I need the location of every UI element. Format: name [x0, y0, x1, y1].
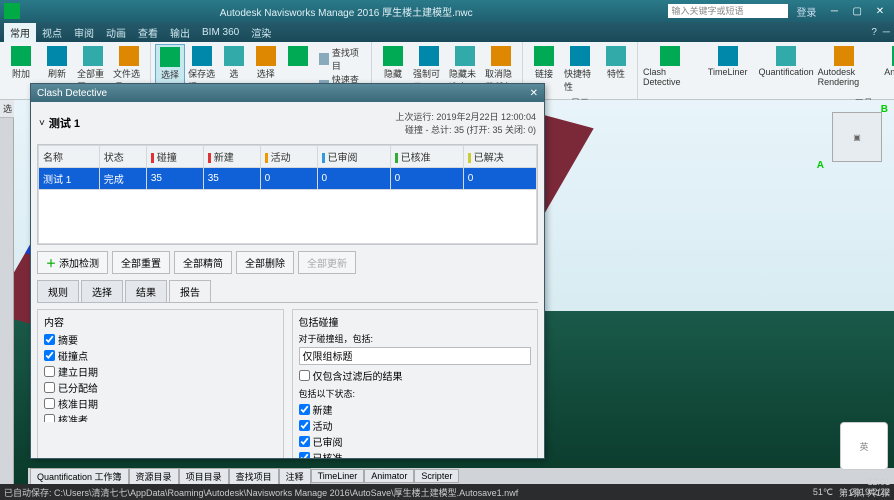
menu-BIM 360[interactable]: BIM 360: [196, 25, 245, 40]
table-row[interactable]: 测试 1完成35350000: [39, 168, 537, 190]
status-temp: 51℃: [813, 487, 833, 498]
tests-table[interactable]: 名称状态碰撞新建活动已审阅已核准已解决 测试 1完成35350000: [37, 144, 538, 245]
chk-已分配给[interactable]: [44, 382, 55, 393]
col-已审阅[interactable]: 已审阅: [317, 146, 390, 168]
col-状态[interactable]: 状态: [99, 146, 146, 168]
btab-Scripter[interactable]: Scripter: [414, 469, 459, 483]
ribbon-Quantification[interactable]: Quantification: [758, 44, 815, 95]
chk-新建[interactable]: [299, 404, 310, 415]
chk-核准者[interactable]: [44, 414, 55, 422]
ribbon-Animator[interactable]: Animator: [874, 44, 894, 95]
window-title: Autodesk Navisworks Manage 2016 厚生楼土建模型.…: [24, 4, 668, 19]
status-path: 已自动保存: C:\Users\清清七七\AppData\Roaming\Aut…: [4, 486, 813, 499]
help-icon[interactable]: ?: [871, 27, 877, 38]
btab-TimeLiner[interactable]: TimeLiner: [311, 469, 365, 483]
col-新建[interactable]: 新建: [203, 146, 260, 168]
clash-detective-panel: Clash Detective ✕ ˅ 测试 1 上次运行: 2019年2月22…: [30, 83, 545, 459]
system-clock: 12:01 2019/2/22: [850, 478, 890, 498]
panel-tab-报告[interactable]: 报告: [169, 280, 211, 302]
ribbon-特性[interactable]: 特性: [599, 44, 633, 95]
include-select[interactable]: 仅限组标题: [299, 347, 532, 365]
chk-已审阅[interactable]: [299, 436, 310, 447]
ribbon-快捷特性[interactable]: 快捷特性: [563, 44, 597, 95]
ribbon-Autodesk Rendering[interactable]: Autodesk Rendering: [817, 44, 873, 95]
reset-all-button[interactable]: 全部重置: [112, 251, 170, 274]
menu-视点[interactable]: 视点: [36, 23, 68, 42]
filter-only-checkbox[interactable]: [299, 370, 310, 381]
viewcube[interactable]: ▣: [832, 112, 882, 162]
update-all-button[interactable]: 全部更新: [298, 251, 356, 274]
chk-核准日期[interactable]: [44, 398, 55, 409]
chk-已核准[interactable]: [299, 452, 310, 458]
panel-tab-结果[interactable]: 结果: [125, 280, 167, 302]
menu-渲染[interactable]: 渲染: [245, 23, 277, 42]
chk-建立日期[interactable]: [44, 366, 55, 377]
menu-输出[interactable]: 输出: [164, 23, 196, 42]
col-已解决[interactable]: 已解决: [463, 146, 536, 168]
maximize-button[interactable]: ▢: [847, 6, 867, 17]
chk-碰撞点[interactable]: [44, 350, 55, 361]
axis-label-a: A: [817, 160, 824, 171]
delete-all-button[interactable]: 全部删除: [236, 251, 294, 274]
col-名称[interactable]: 名称: [39, 146, 100, 168]
col-碰撞[interactable]: 碰撞: [146, 146, 203, 168]
panel-tab-规则[interactable]: 规则: [37, 280, 79, 302]
chk-摘要[interactable]: [44, 334, 55, 345]
panel-tab-选择[interactable]: 选择: [81, 280, 123, 302]
btab-Animator[interactable]: Animator: [364, 469, 414, 483]
btab-注释[interactable]: 注释: [279, 468, 311, 485]
menu-审阅[interactable]: 审阅: [68, 23, 100, 42]
app-icon: [4, 3, 20, 19]
menu-常用[interactable]: 常用: [4, 23, 36, 42]
test-name: 测试 1: [49, 115, 80, 131]
btab-项目目录[interactable]: 项目目录: [179, 468, 229, 485]
panel-close-icon[interactable]: ✕: [530, 88, 538, 99]
include-section-title: 包括碰撞: [299, 314, 532, 329]
menu-查看[interactable]: 查看: [132, 23, 164, 42]
simplify-all-button[interactable]: 全部精简: [174, 251, 232, 274]
btab-资源目录[interactable]: 资源目录: [129, 468, 179, 485]
minimize-button[interactable]: ─: [824, 6, 844, 17]
caret-icon[interactable]: ˅: [39, 118, 45, 129]
search-input[interactable]: 输入关键字或短语: [668, 4, 788, 18]
btab-查找项目[interactable]: 查找项目: [229, 468, 279, 485]
ime-avatar[interactable]: 英: [840, 422, 888, 470]
login-link[interactable]: 登录: [796, 4, 816, 19]
chk-活动[interactable]: [299, 420, 310, 431]
menu-动画[interactable]: 动画: [100, 23, 132, 42]
panel-title: Clash Detective: [37, 88, 107, 99]
left-tab[interactable]: 选: [0, 100, 15, 118]
add-test-button[interactable]: ＋添加检测: [37, 251, 108, 274]
btab-Quantification 工作簿[interactable]: Quantification 工作簿: [30, 468, 129, 485]
menu-min-icon[interactable]: ─: [883, 27, 890, 38]
col-活动[interactable]: 活动: [260, 146, 317, 168]
content-section-title: 内容: [44, 314, 277, 329]
ribbon-Clash Detective[interactable]: Clash Detective: [642, 44, 698, 95]
ribbon-TimeLiner[interactable]: TimeLiner: [700, 44, 756, 95]
col-已核准[interactable]: 已核准: [390, 146, 463, 168]
close-button[interactable]: ✕: [870, 6, 890, 17]
